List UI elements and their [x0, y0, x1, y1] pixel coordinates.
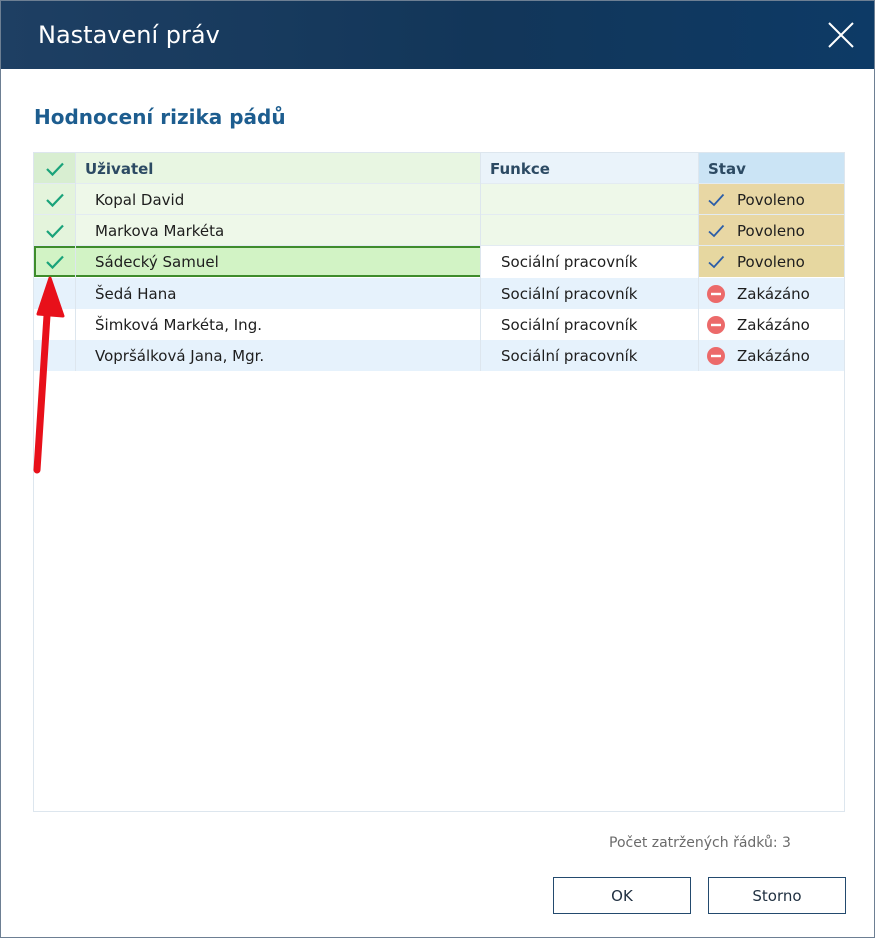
- user-name: Šimková Markéta, Ing.: [95, 315, 262, 334]
- check-icon: [708, 224, 725, 238]
- row-checkbox[interactable]: [34, 340, 75, 371]
- no-entry-icon: [707, 316, 725, 334]
- ok-button[interactable]: OK: [553, 877, 691, 914]
- row-checkbox[interactable]: [34, 278, 75, 309]
- user-function: [480, 184, 698, 215]
- users-grid: Uživatel Funkce Stav Kopal David Povolen…: [33, 152, 845, 812]
- column-header-function[interactable]: Funkce: [480, 153, 698, 184]
- check-icon: [708, 193, 725, 207]
- user-function: Sociální pracovník: [501, 284, 638, 303]
- checked-rows-count: Počet zatržených řádků: 3: [609, 835, 791, 851]
- status-label: Povoleno: [737, 190, 805, 209]
- status-label: Povoleno: [737, 252, 805, 271]
- no-entry-icon: [707, 347, 725, 365]
- row-checkbox[interactable]: [34, 246, 75, 277]
- status-cell[interactable]: Povoleno: [698, 184, 844, 215]
- column-header-status[interactable]: Stav: [698, 153, 844, 184]
- status-cell[interactable]: Povoleno: [698, 215, 844, 246]
- status-cell[interactable]: Zakázáno: [698, 278, 844, 309]
- check-icon: [45, 162, 64, 176]
- status-label: Povoleno: [737, 221, 805, 240]
- grid-header: Uživatel Funkce Stav: [34, 153, 844, 184]
- status-label: Zakázáno: [737, 315, 810, 334]
- check-icon: [45, 193, 64, 207]
- status-label: Zakázáno: [737, 346, 810, 365]
- column-divider: [698, 153, 699, 371]
- column-divider: [480, 153, 481, 371]
- check-icon: [45, 255, 64, 269]
- table-row-selected[interactable]: Sádecký Samuel Sociální pracovník Povole…: [34, 246, 844, 277]
- user-function: Sociální pracovník: [501, 315, 638, 334]
- close-icon[interactable]: [824, 18, 858, 52]
- table-row[interactable]: Vopršálková Jana, Mgr. Sociální pracovní…: [34, 340, 844, 371]
- row-checkbox[interactable]: [34, 215, 75, 246]
- user-name: Markova Markéta: [95, 221, 225, 240]
- user-function: [480, 215, 698, 246]
- table-row[interactable]: Kopal David Povoleno: [34, 184, 844, 215]
- status-label: Zakázáno: [737, 284, 810, 303]
- user-function: Sociální pracovník: [501, 346, 638, 365]
- title-bar: Nastavení práv: [1, 1, 874, 69]
- section-title: Hodnocení rizika pádů: [34, 105, 286, 129]
- check-icon: [45, 224, 64, 238]
- status-cell[interactable]: Zakázáno: [698, 309, 844, 340]
- status-cell[interactable]: Zakázáno: [698, 340, 844, 371]
- header-check-all[interactable]: [34, 153, 75, 184]
- check-icon: [708, 255, 725, 269]
- table-row[interactable]: Šimková Markéta, Ing. Sociální pracovník…: [34, 309, 844, 340]
- row-checkbox[interactable]: [34, 184, 75, 215]
- user-name: Kopal David: [95, 190, 185, 209]
- user-name: Vopršálková Jana, Mgr.: [95, 346, 265, 365]
- no-entry-icon: [707, 285, 725, 303]
- column-divider: [75, 153, 76, 371]
- user-name: Šedá Hana: [95, 284, 177, 303]
- table-row[interactable]: Markova Markéta Povoleno: [34, 215, 844, 246]
- cancel-button[interactable]: Storno: [708, 877, 846, 914]
- permissions-dialog: Nastavení práv Hodnocení rizika pádů Uži…: [0, 0, 875, 938]
- user-name: Sádecký Samuel: [95, 252, 219, 271]
- user-function: Sociální pracovník: [480, 246, 698, 277]
- row-checkbox[interactable]: [34, 309, 75, 340]
- status-cell[interactable]: Povoleno: [698, 246, 844, 277]
- table-row[interactable]: Šedá Hana Sociální pracovník Zakázáno: [34, 278, 844, 309]
- column-header-user[interactable]: Uživatel: [75, 153, 480, 184]
- window-title: Nastavení práv: [38, 21, 220, 49]
